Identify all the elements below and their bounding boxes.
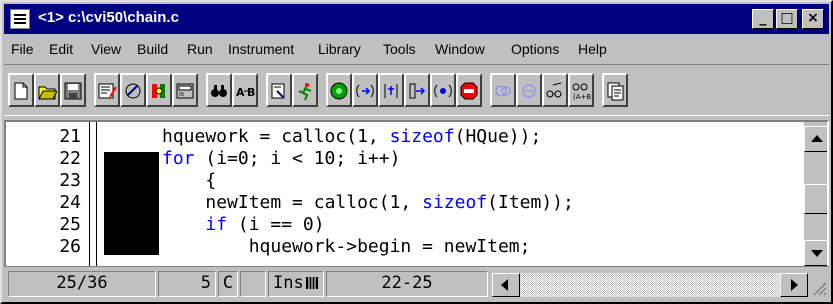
find-icon[interactable]: [206, 73, 232, 107]
tool-icon[interactable]: [120, 73, 146, 107]
replace-icon[interactable]: AB: [232, 73, 258, 107]
horizontal-scroll-track[interactable]: [520, 273, 780, 297]
save-file-icon[interactable]: [60, 73, 86, 107]
menu-options[interactable]: Options: [511, 41, 559, 57]
column-field: 5: [158, 271, 216, 297]
svg-text:A: A: [236, 86, 245, 99]
menu-edit[interactable]: Edit: [49, 41, 73, 57]
line-number: 21: [59, 126, 81, 147]
arrow-left-icon: [501, 279, 508, 291]
editor-window: <1> c:\cvi50\chain.c _ □ × File Edit Vie…: [0, 0, 833, 304]
menu-tools[interactable]: Tools: [383, 41, 416, 57]
step-over-icon[interactable]: [378, 73, 404, 107]
blank-status-field: [240, 271, 266, 297]
line-number: 22: [59, 148, 81, 169]
step-into-icon[interactable]: [352, 73, 378, 107]
panel-icon[interactable]: [172, 73, 198, 107]
svg-text:B: B: [247, 86, 255, 99]
line-number: 24: [59, 192, 81, 213]
resize-grip-icon[interactable]: [810, 279, 828, 297]
selection-range-field: 22-25: [326, 271, 488, 297]
stop-icon[interactable]: [456, 73, 482, 107]
breakpoint-icon[interactable]: [430, 73, 456, 107]
arrow-up-icon: [811, 135, 823, 142]
code-line: for (i=0; i < 10; i++): [162, 148, 401, 169]
scroll-up-button[interactable]: [804, 126, 827, 152]
maximize-icon: □: [780, 10, 794, 26]
line-number: 26: [59, 236, 81, 257]
go-icon[interactable]: [326, 73, 352, 107]
open-file-icon[interactable]: [34, 73, 60, 107]
reference-icon[interactable]: [266, 73, 292, 107]
new-file-icon[interactable]: [8, 73, 34, 107]
insert-mode-field[interactable]: Ins: [268, 271, 324, 297]
window-title: <1> c:\cvi50\chain.c: [38, 9, 179, 26]
svg-text:(A+B): (A+B): [573, 93, 591, 101]
minimize-icon: _: [759, 10, 767, 26]
scroll-down-button[interactable]: [804, 240, 827, 266]
variables-icon[interactable]: [516, 73, 542, 107]
title-bar[interactable]: <1> c:\cvi50\chain.c _ □ ×: [4, 4, 829, 34]
scroll-left-button[interactable]: [492, 273, 520, 297]
code-line: hquework = calloc(1, sizeof(HQue));: [162, 126, 542, 147]
menu-bar: File Edit View Build Run Instrument Libr…: [4, 38, 829, 62]
arrow-down-icon: [811, 250, 823, 257]
toolbar: AB (A+B: [4, 64, 829, 116]
code-line: {: [205, 170, 217, 191]
status-bar: 25/36 5 C Ins 22-25: [4, 266, 829, 300]
maximize-button[interactable]: □: [776, 9, 798, 29]
code-editor[interactable]: 21 22 23 24 25 26 hquework = calloc(1, s…: [4, 120, 829, 266]
close-icon: ×: [807, 10, 819, 26]
watch-icon[interactable]: [490, 73, 516, 107]
finish-function-icon[interactable]: [404, 73, 430, 107]
code-line: if (i == 0): [205, 214, 325, 235]
menu-file[interactable]: File: [11, 41, 34, 57]
line-position-field: 25/36: [8, 271, 156, 297]
line-number: 25: [59, 214, 81, 235]
line-number: 23: [59, 170, 81, 191]
selection-marker-block: [104, 152, 159, 255]
code-line: newItem = calloc(1, sizeof(Item));: [205, 192, 574, 213]
menu-library[interactable]: Library: [318, 41, 361, 57]
run-icon[interactable]: [292, 73, 318, 107]
minimize-button[interactable]: _: [752, 9, 774, 29]
expression-icon[interactable]: (A+B): [568, 73, 594, 107]
function-panel-icon[interactable]: [146, 73, 172, 107]
code-line: hquework->begin = newItem;: [248, 236, 531, 257]
scroll-thumb[interactable]: [804, 184, 827, 214]
tag-column-divider: [96, 122, 97, 266]
arrow-right-icon: [791, 279, 798, 291]
view-variable-icon[interactable]: [542, 73, 568, 107]
menu-run[interactable]: Run: [187, 41, 213, 57]
insert-mode-label: Ins: [273, 273, 304, 293]
menu-help[interactable]: Help: [578, 41, 607, 57]
system-menu-icon[interactable]: [10, 9, 30, 29]
line-number-gutter: 21 22 23 24 25 26: [6, 122, 90, 266]
scroll-right-button[interactable]: [780, 273, 808, 297]
vertical-scrollbar[interactable]: [804, 122, 827, 266]
menu-build[interactable]: Build: [137, 41, 168, 57]
menu-view[interactable]: View: [91, 41, 121, 57]
menu-window[interactable]: Window: [435, 41, 485, 57]
clipboard-icon[interactable]: [602, 73, 628, 107]
close-button[interactable]: ×: [802, 9, 824, 29]
menu-instrument[interactable]: Instrument: [228, 41, 294, 57]
column-mode-field: C: [218, 271, 238, 297]
horizontal-scrollbar[interactable]: [492, 273, 808, 297]
edit-icon[interactable]: [94, 73, 120, 107]
keyboard-icon: [306, 277, 318, 289]
